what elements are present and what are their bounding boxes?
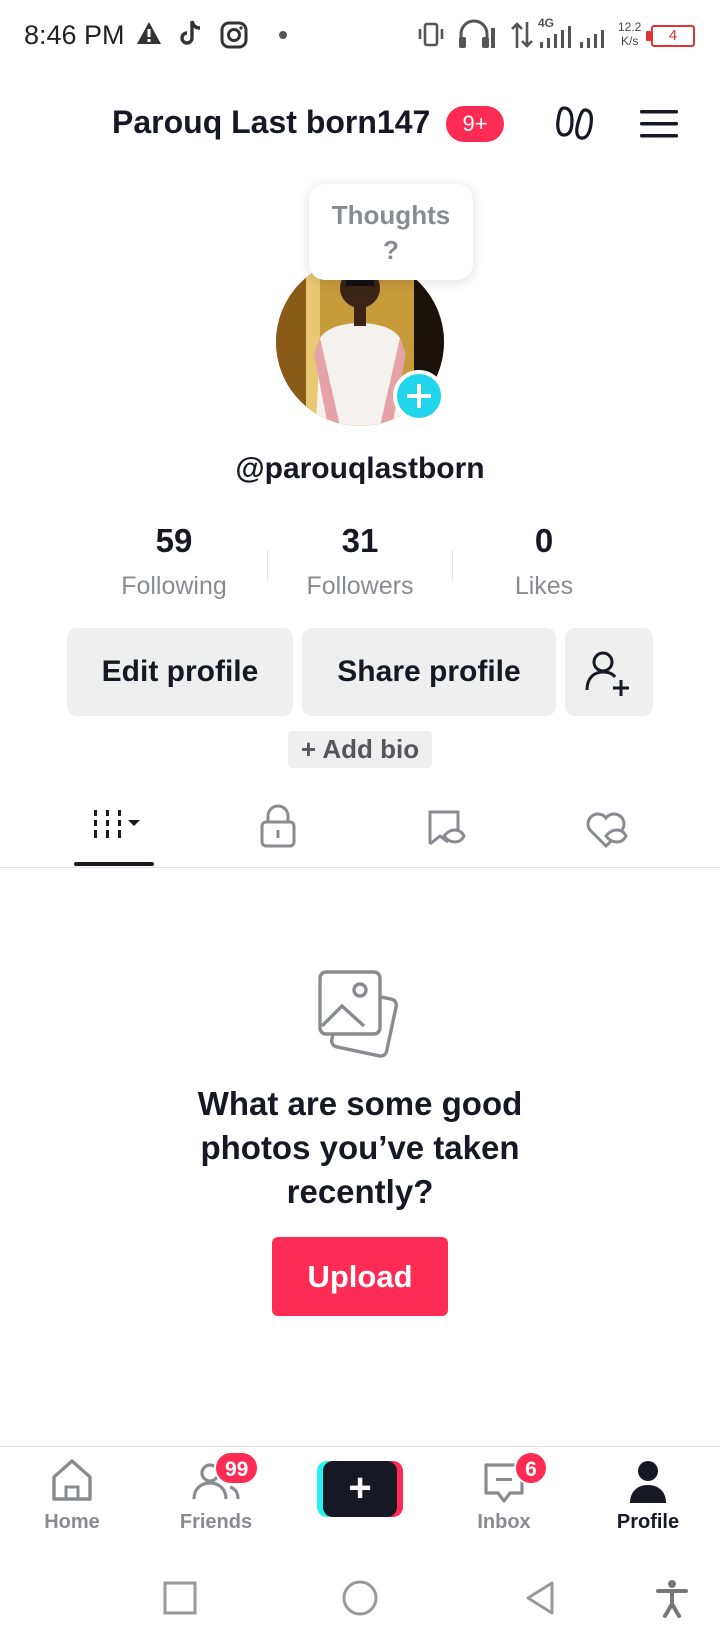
lock-icon (260, 804, 296, 848)
profile-handle: @parouqlastborn (235, 452, 485, 485)
menu-icon[interactable] (638, 102, 680, 146)
net-speed-unit: K/s (621, 34, 639, 48)
stat-following[interactable]: 59 Following (94, 522, 254, 601)
headphones-icon (459, 19, 495, 48)
home-circle-icon[interactable] (340, 1578, 380, 1618)
status-bar: 8:46 PM 4G 12.2 K/s 4 (0, 0, 720, 72)
friends-icon (192, 1463, 240, 1500)
add-friends-button[interactable] (565, 628, 653, 716)
system-navigation (0, 1556, 720, 1640)
create-button[interactable]: + (317, 1461, 403, 1517)
profile-header: Parouq Last born147 9+ (0, 88, 720, 160)
notification-badge[interactable]: 9+ (446, 106, 504, 142)
dot-icon (279, 31, 287, 39)
profile-username[interactable]: Parouq Last born147 (112, 104, 430, 141)
recent-apps-icon[interactable] (160, 1578, 200, 1618)
nav-label: Inbox (477, 1511, 531, 1533)
repost-icon (428, 810, 466, 846)
plus-icon: + (323, 1461, 397, 1517)
profile-icon (630, 1461, 666, 1503)
tiktok-icon (180, 20, 201, 45)
instagram-icon (220, 21, 248, 49)
stat-label: Likes (514, 572, 574, 600)
signal-icon (540, 26, 571, 48)
net-speed-value: 12.2 (618, 20, 642, 34)
add-avatar-button[interactable] (393, 370, 445, 422)
accessibility-icon[interactable] (652, 1578, 692, 1618)
thoughts-bubble[interactable]: Thoughts ? (309, 184, 473, 280)
thoughts-text: Thoughts (331, 200, 451, 230)
stat-divider (267, 550, 268, 580)
warning-icon (137, 22, 161, 44)
net-speed: 12.2 K/s (618, 20, 641, 48)
data-arrows-icon (511, 22, 533, 48)
nav-friends[interactable]: 99 Friends (156, 1447, 276, 1557)
grid-icon (94, 810, 140, 838)
tab-private[interactable] (218, 790, 338, 868)
profile-stats: 59 Following 31 Followers 0 Likes (0, 522, 720, 612)
nav-label: Friends (179, 1511, 253, 1533)
footprints-icon[interactable] (554, 102, 598, 146)
home-icon (52, 1459, 92, 1501)
tab-videos[interactable] (54, 790, 174, 868)
tab-reposts[interactable] (384, 790, 504, 868)
bottom-navigation: Home 99 Friends + 6 Inbox Profile (0, 1446, 720, 1556)
thoughts-question: ? (383, 235, 399, 265)
photos-icon (318, 970, 399, 1058)
stat-value: 0 (534, 522, 554, 559)
back-icon[interactable] (520, 1578, 560, 1618)
vibrate-icon (418, 22, 444, 47)
battery-icon: 4 (651, 25, 695, 47)
status-time: 8:46 PM (24, 20, 125, 50)
friends-badge: 99 (214, 1451, 260, 1485)
nav-label: Profile (616, 1511, 680, 1533)
stat-likes[interactable]: 0 Likes (464, 522, 624, 601)
stat-value: 31 (341, 522, 379, 559)
plus-icon (407, 384, 431, 408)
add-bio-button[interactable]: + Add bio (288, 731, 432, 768)
share-profile-button[interactable]: Share profile (302, 628, 556, 716)
stat-value: 59 (155, 522, 193, 559)
stat-label: Followers (306, 572, 414, 600)
tab-liked[interactable] (546, 790, 666, 868)
add-user-icon (585, 651, 629, 696)
nav-inbox[interactable]: 6 Inbox (444, 1447, 564, 1557)
content-tabs (0, 790, 720, 868)
edit-profile-button[interactable]: Edit profile (67, 628, 293, 716)
stat-divider (452, 550, 453, 580)
nav-label: Home (44, 1511, 100, 1533)
liked-icon (586, 812, 628, 849)
empty-state-title: What are some good photos you’ve taken r… (197, 1085, 523, 1210)
signal-icon (580, 30, 604, 48)
stat-followers[interactable]: 31 Followers (280, 522, 440, 601)
inbox-icon (484, 1463, 524, 1503)
stat-label: Following (121, 572, 227, 600)
active-tab-indicator (74, 862, 154, 866)
inbox-badge: 6 (514, 1451, 548, 1485)
nav-home[interactable]: Home (12, 1447, 132, 1557)
upload-button[interactable]: Upload (272, 1237, 448, 1316)
nav-profile[interactable]: Profile (588, 1447, 708, 1557)
